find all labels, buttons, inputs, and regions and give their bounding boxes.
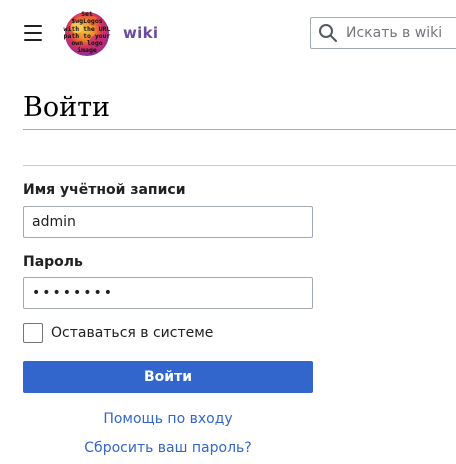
username-field[interactable] bbox=[23, 206, 313, 238]
search-icon bbox=[319, 24, 337, 42]
hamburger-icon bbox=[24, 25, 42, 27]
content-divider bbox=[23, 165, 456, 166]
title-divider bbox=[23, 129, 456, 130]
site-header: Set $wgLogos with the URL path to your o… bbox=[0, 0, 456, 66]
remember-label[interactable]: Оставаться в системе bbox=[51, 325, 213, 341]
username-label: Имя учётной записи bbox=[23, 182, 186, 198]
login-help-link[interactable]: Помощь по входу bbox=[23, 411, 313, 427]
login-button[interactable]: Войти bbox=[23, 361, 313, 393]
search-box[interactable] bbox=[310, 17, 456, 49]
page-title: Войти bbox=[23, 92, 111, 123]
search-input[interactable] bbox=[346, 25, 456, 41]
logo-text: Set $wgLogos with the URL path to your o… bbox=[63, 10, 111, 55]
main-menu-button[interactable] bbox=[20, 22, 46, 44]
remember-me: Оставаться в системе bbox=[23, 323, 213, 343]
remember-checkbox[interactable] bbox=[23, 323, 43, 343]
password-label: Пароль bbox=[23, 254, 83, 270]
reset-password-link[interactable]: Сбросить ваш пароль? bbox=[23, 440, 313, 456]
password-field[interactable] bbox=[23, 277, 313, 309]
login-page: Set $wgLogos with the URL path to your o… bbox=[0, 0, 456, 464]
site-logo[interactable]: Set $wgLogos with the URL path to your o… bbox=[63, 7, 111, 59]
site-wordmark[interactable]: wiki bbox=[123, 24, 158, 42]
